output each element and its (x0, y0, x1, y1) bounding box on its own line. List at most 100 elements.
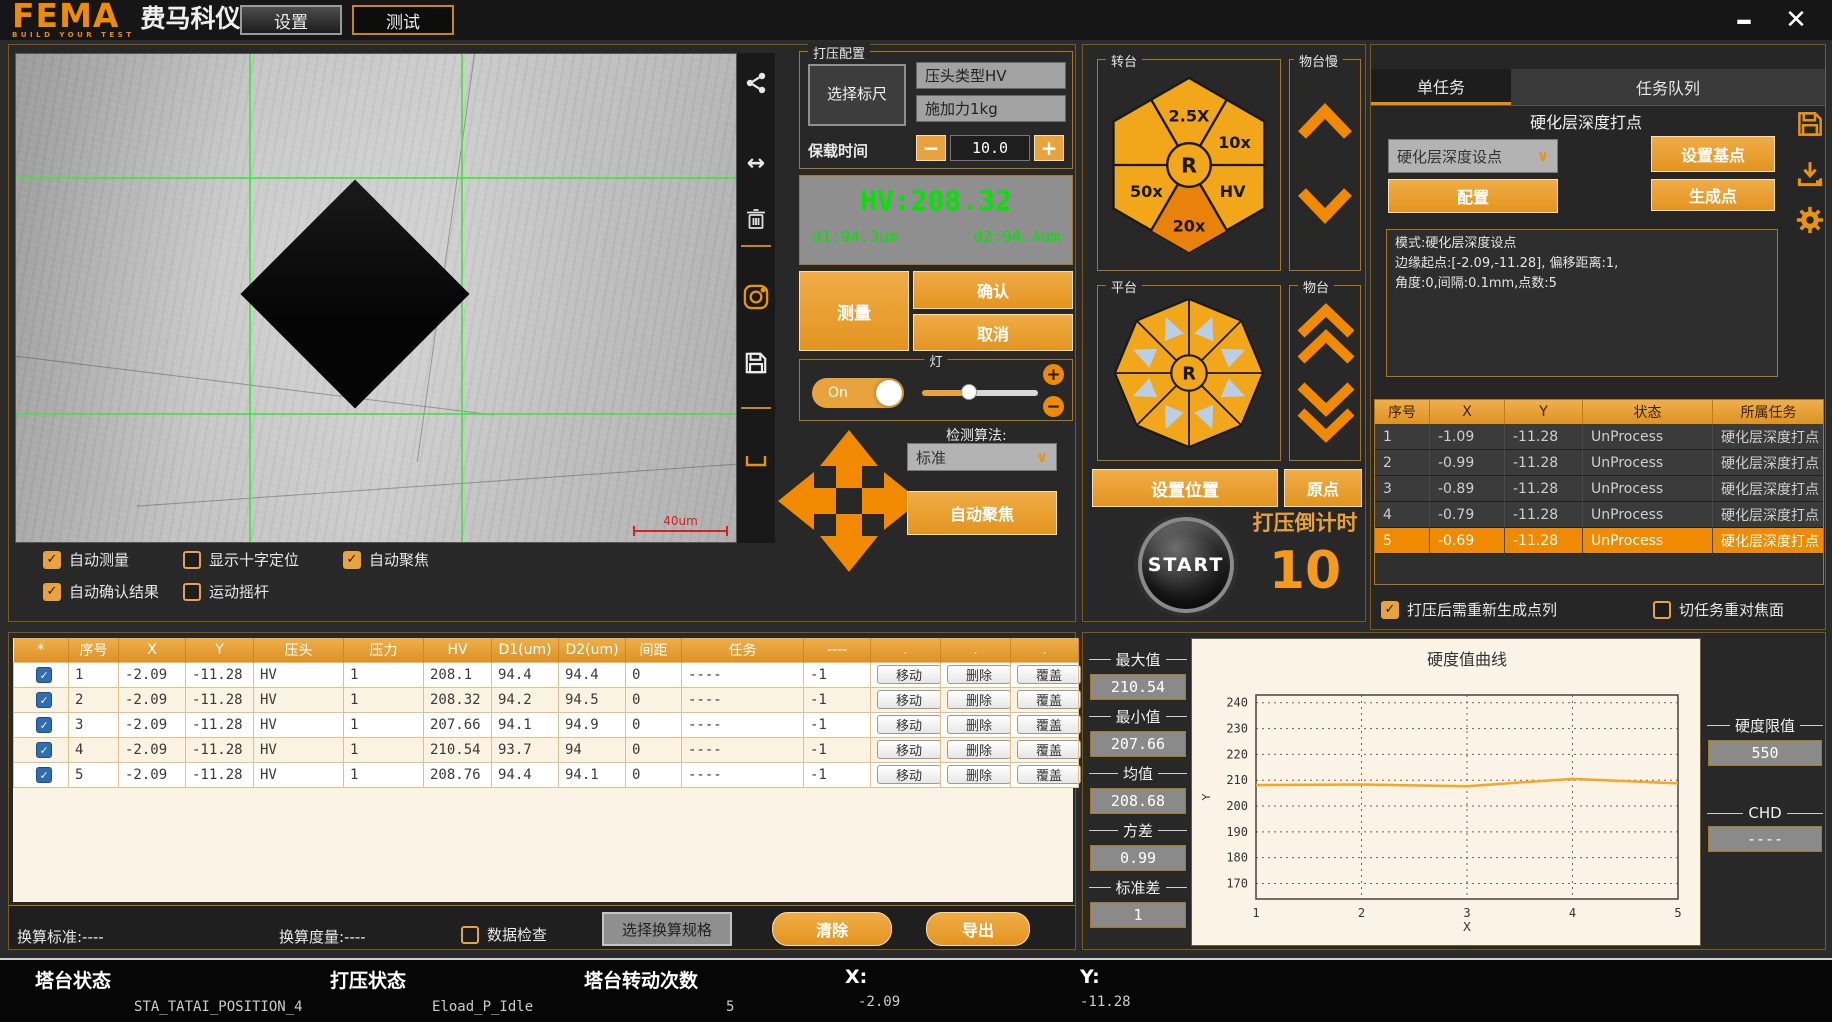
stage-dpad[interactable] (774, 426, 924, 576)
checkbox-icon[interactable] (1653, 601, 1671, 619)
tab-task-queue[interactable]: 任务队列 (1511, 69, 1825, 105)
move-button[interactable]: 移动 (877, 690, 941, 709)
stage-down-fast-icon[interactable] (1294, 378, 1358, 444)
points-table-row[interactable]: 1-1.09-11.28UnProcess硬化层深度打点 (1375, 424, 1823, 450)
task-info-box[interactable]: 模式:硬化层深度设点 边缘起点:[-2.09,-11.28], 偏移距离:1, … (1386, 229, 1778, 377)
toggle-knob[interactable] (876, 380, 902, 406)
overwrite-button[interactable]: 覆盖 (1017, 665, 1081, 684)
brightness-plus-icon[interactable]: + (1043, 364, 1064, 385)
camera-option-checkbox[interactable]: 运动摇杆 (183, 581, 269, 602)
checkbox-icon[interactable] (183, 583, 201, 601)
delete-button[interactable]: 删除 (947, 715, 1011, 734)
brightness-slider[interactable] (922, 390, 1038, 396)
turret-pos-50x[interactable]: 50x (1130, 182, 1163, 201)
tab-settings[interactable]: 设置 (240, 5, 342, 35)
table-row[interactable]: ✓2-2.09-11.28HV1208.3294.294.50-----1移动删… (14, 687, 1079, 712)
origin-button[interactable]: 原点 (1284, 469, 1362, 507)
row-checkbox[interactable]: ✓ (36, 667, 52, 683)
checkbox-icon[interactable]: ✓ (43, 551, 61, 569)
measure-button[interactable]: 测量 (799, 271, 909, 351)
overwrite-button[interactable]: 覆盖 (1017, 740, 1081, 759)
gear-icon[interactable] (1795, 205, 1825, 239)
overwrite-button[interactable]: 覆盖 (1017, 715, 1081, 734)
checkbox-icon[interactable]: ✓ (343, 551, 361, 569)
brightness-minus-icon[interactable]: − (1043, 396, 1064, 417)
move-button[interactable]: 移动 (877, 715, 941, 734)
delete-button[interactable]: 删除 (947, 765, 1011, 784)
points-table-row[interactable]: 4-0.79-11.28UnProcess硬化层深度打点 (1375, 502, 1823, 528)
turret-pos-2-5x[interactable]: 2.5X (1169, 106, 1211, 125)
measure-width-icon[interactable]: ↔ (737, 143, 775, 183)
set-position-button[interactable]: 设置位置 (1092, 469, 1278, 507)
task-option-checkbox[interactable]: ✓打压后需重新生成点列 (1381, 599, 1557, 620)
turret-pos-hv[interactable]: HV (1220, 182, 1246, 201)
row-checkbox[interactable]: ✓ (36, 767, 52, 783)
start-button[interactable]: START (1138, 517, 1234, 613)
points-table-row[interactable]: 5-0.69-11.28UnProcess硬化层深度打点 (1375, 528, 1823, 554)
autofocus-button[interactable]: 自动聚焦 (907, 491, 1057, 535)
delete-button[interactable]: 删除 (947, 740, 1011, 759)
overwrite-button[interactable]: 覆盖 (1017, 765, 1081, 784)
ruler-icon[interactable] (737, 441, 775, 481)
data-check-checkbox[interactable]: 数据检查 (461, 924, 547, 945)
camera-capture-icon[interactable] (737, 277, 775, 317)
task-option-checkbox[interactable]: 切任务重对焦面 (1653, 599, 1784, 620)
tab-single-task[interactable]: 单任务 (1371, 69, 1511, 105)
clear-button[interactable]: 清除 (772, 912, 892, 946)
save-image-icon[interactable] (737, 343, 775, 383)
points-table-row[interactable]: 3-0.89-11.28UnProcess硬化层深度打点 (1375, 476, 1823, 502)
select-ruler-button[interactable]: 选择标尺 (808, 64, 906, 126)
task-config-button[interactable]: 配置 (1388, 179, 1558, 213)
task-mode-dropdown[interactable]: 硬化层深度设点 ∨ (1388, 139, 1558, 173)
row-checkbox[interactable]: ✓ (36, 717, 52, 733)
import-points-icon[interactable] (1795, 159, 1825, 193)
hold-time-decrease-button[interactable]: − (916, 135, 946, 161)
light-toggle[interactable]: On (812, 378, 904, 408)
select-conversion-spec-button[interactable]: 选择换算规格 (602, 912, 732, 946)
turret-pos-10x[interactable]: 10x (1218, 133, 1251, 152)
confirm-button[interactable]: 确认 (913, 271, 1073, 309)
delete-button[interactable]: 删除 (947, 690, 1011, 709)
row-checkbox[interactable]: ✓ (36, 692, 52, 708)
table-row[interactable]: ✓1-2.09-11.28HV1208.194.494.40-----1移动删除… (14, 662, 1079, 687)
table-row[interactable]: ✓4-2.09-11.28HV1210.5493.7940-----1移动删除覆… (14, 737, 1079, 762)
platform-octagon[interactable]: R (1105, 293, 1273, 453)
move-button[interactable]: 移动 (877, 765, 941, 784)
close-icon[interactable]: ✕ (1774, 0, 1818, 40)
indenter-type-field[interactable]: 压头类型HV (916, 62, 1066, 89)
move-button[interactable]: 移动 (877, 665, 941, 684)
checkbox-icon[interactable] (183, 551, 201, 569)
checkbox-icon[interactable]: ✓ (43, 583, 61, 601)
slider-knob[interactable] (961, 384, 977, 400)
hold-time-increase-button[interactable]: + (1034, 135, 1064, 161)
points-table-row[interactable]: 2-0.99-11.28UnProcess硬化层深度打点 (1375, 450, 1823, 476)
share-icon[interactable] (737, 63, 775, 103)
save-task-icon[interactable] (1795, 109, 1825, 143)
camera-option-checkbox[interactable]: ✓自动聚焦 (343, 549, 429, 570)
microscope-image[interactable]: 40um (15, 53, 737, 543)
minimize-icon[interactable]: – (1722, 0, 1766, 40)
force-field[interactable]: 施加力1kg (916, 95, 1066, 122)
stage-slow-up-icon[interactable] (1295, 102, 1355, 142)
camera-option-checkbox[interactable]: ✓自动测量 (43, 549, 129, 570)
checkbox-icon[interactable] (461, 926, 479, 944)
hold-time-value[interactable]: 10.0 (950, 135, 1030, 161)
table-row[interactable]: ✓5-2.09-11.28HV1208.7694.494.10-----1移动删… (14, 762, 1079, 787)
tab-test[interactable]: 测试 (352, 5, 454, 35)
generate-points-button[interactable]: 生成点 (1651, 179, 1775, 211)
overwrite-button[interactable]: 覆盖 (1017, 690, 1081, 709)
algorithm-dropdown[interactable]: 标准 ∨ (907, 443, 1057, 471)
trash-icon[interactable] (737, 199, 775, 239)
camera-option-checkbox[interactable]: ✓自动确认结果 (43, 581, 159, 602)
table-row[interactable]: ✓3-2.09-11.28HV1207.6694.194.90-----1移动删… (14, 712, 1079, 737)
camera-option-checkbox[interactable]: 显示十字定位 (183, 549, 299, 570)
turret-pos-20x[interactable]: 20x (1173, 216, 1206, 235)
cancel-button[interactable]: 取消 (913, 314, 1073, 351)
move-button[interactable]: 移动 (877, 740, 941, 759)
turret-hexagon[interactable]: 2.5X 10x HV 20x 50x R (1099, 68, 1279, 262)
stage-slow-down-icon[interactable] (1295, 185, 1355, 225)
row-checkbox[interactable]: ✓ (36, 742, 52, 758)
stage-up-fast-icon[interactable] (1294, 302, 1358, 368)
delete-button[interactable]: 删除 (947, 665, 1011, 684)
set-base-point-button[interactable]: 设置基点 (1651, 136, 1775, 172)
